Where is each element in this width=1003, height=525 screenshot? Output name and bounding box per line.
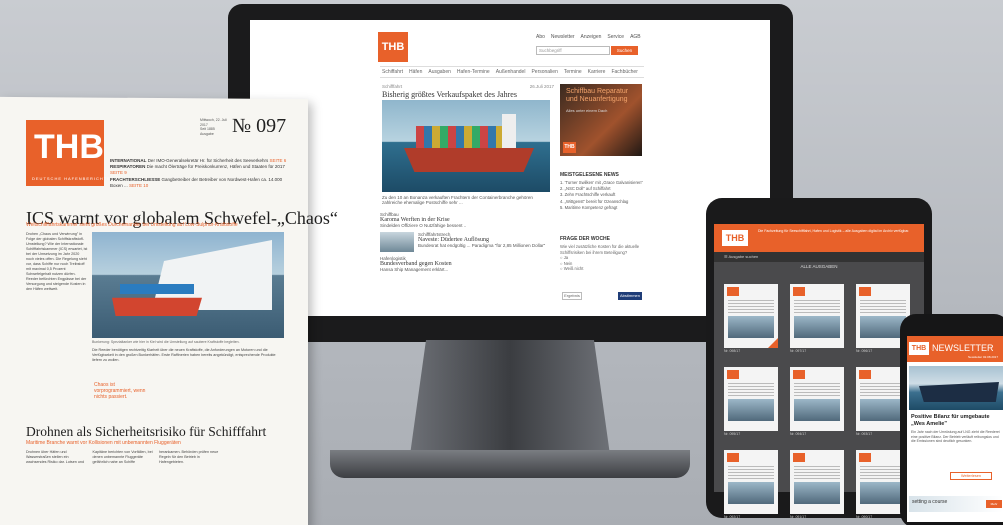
- poll-vote-button[interactable]: Abstimmen: [618, 292, 642, 300]
- newsletter-article-text: Ein Jahr nach der Umrüstung auf LNG zieh…: [911, 430, 1000, 444]
- monitor-base: [330, 450, 690, 478]
- header-link-abo[interactable]: Abo: [536, 34, 545, 40]
- article-kicker: Schifffahrt 26.Juli 2017: [382, 84, 554, 89]
- newsletter-date: Newsletter 02.08.2017: [968, 355, 999, 359]
- list-thumbnail: [380, 232, 414, 252]
- newspaper-body-2: Drohnen über Häfen und Wasserstraßen ste…: [26, 450, 219, 464]
- newsletter-article-title[interactable]: Positive Bilanz für umgebaute „Wes Ameli…: [911, 414, 1001, 427]
- issue-card[interactable]: Nr. 092/17: [724, 450, 778, 519]
- tablet-section-title: ALLE AUSGABEN: [800, 264, 838, 269]
- sub-article-text: Sindelden Offiziere O Nutzfähige bessent…: [380, 223, 467, 228]
- article-caption: Zu den 10 an Bonanza verkauften Frachter…: [382, 195, 533, 205]
- nav-item[interactable]: Außenhandel: [496, 69, 526, 75]
- photo-caption: Bunkerung: Spezialtanker wie hier in Kie…: [92, 340, 240, 344]
- list-item[interactable]: Schifffahrtstrech Naveste: Düdertee Aufl…: [380, 232, 554, 252]
- nav-item[interactable]: Fachbücher: [611, 69, 637, 75]
- list-text: Hansa Ship Management erklärt...: [380, 267, 449, 272]
- newspaper-teasers: INTERNATIONAL Der IMO-Generalsekretär Hr…: [110, 158, 290, 189]
- ferry-tanker-photo: [92, 232, 284, 338]
- nav-item[interactable]: Termine: [564, 69, 582, 75]
- tablet-search-input[interactable]: Ausgabe suchen: [728, 254, 758, 259]
- poll-heading: FRAGE DER WOCHE: [560, 236, 610, 242]
- banner-text: setting a course: [912, 499, 948, 505]
- issue-number: № 097: [232, 115, 287, 137]
- search-input[interactable]: Suchbegriff: [536, 46, 610, 55]
- list-item[interactable]: Hafenlogistik Bundesverband gegen Kosten…: [380, 256, 554, 272]
- ad-subtitle: Alles unter einem Dach: [566, 108, 608, 113]
- most-read-heading: MEISTGELESENE NEWS: [560, 172, 619, 178]
- newspaper-headline-2: Drohnen als Sicherheitsrisiko für Schiff…: [26, 424, 267, 439]
- newsletter-title: NEWSLETTER: [932, 343, 994, 353]
- issue-card[interactable]: Nr. 097/17: [790, 284, 844, 353]
- issue-card[interactable]: Nr. 095/17: [724, 367, 778, 436]
- poll-results-button[interactable]: Ergebnis: [562, 292, 582, 300]
- ad-title: Schiffbau Reparatur und Neuanfertigung: [566, 88, 629, 103]
- sub-article-list: Schiffbau Karoma Werften in der Krise Si…: [380, 212, 554, 272]
- banner-button[interactable]: Mehr: [986, 500, 1002, 508]
- phone-logo[interactable]: THB: [909, 342, 929, 355]
- newspaper-deck-2: Maritime Branche warnt vor Kollisionen m…: [26, 440, 181, 446]
- nav-item[interactable]: Personalien: [531, 69, 557, 75]
- header-link-agb[interactable]: AGB: [630, 34, 641, 40]
- most-read-item[interactable]: 5. Maritime Kompetenz gefragt: [560, 205, 644, 211]
- container-ship-image[interactable]: [382, 100, 550, 192]
- phone-screen: [907, 336, 1003, 522]
- ship-shape: [919, 382, 999, 402]
- issue-card[interactable]: Nr. 098/17: [724, 284, 778, 353]
- nav-item[interactable]: Schiffahrt: [382, 69, 403, 75]
- teaser-item: RESPIRATOREN Die macht Ölerträge für Pre…: [110, 164, 285, 176]
- header-link-anzeigen[interactable]: Anzeigen: [581, 34, 602, 40]
- pull-quote: Chaos ist vorprogrammiert, wenn nichts p…: [92, 380, 152, 402]
- tablet-logo[interactable]: THB: [722, 230, 748, 246]
- issue-card[interactable]: Nr. 091/17: [790, 450, 844, 519]
- nav-item[interactable]: Ausgaben: [428, 69, 451, 75]
- nav-item[interactable]: Hafen-Termine: [457, 69, 490, 75]
- ship-containers: [416, 126, 516, 148]
- ship-hull: [404, 148, 534, 172]
- issue-card[interactable]: Nr. 094/17: [790, 367, 844, 436]
- list-text: Bundesrat hat endgültig ... Paradigma "f…: [418, 243, 546, 248]
- newspaper-logo-subtitle: DEUTSCHE HAFENBERICHTE: [32, 176, 111, 181]
- teaser-item: FRACHTERSCHLIESSE Gangbetreiber der Betr…: [110, 176, 283, 188]
- search-button[interactable]: Suchen: [611, 46, 638, 55]
- issue-grid: Nr. 098/17 Nr. 097/17 Nr. 096/17 Nr. 095…: [724, 284, 918, 519]
- read-more-button[interactable]: Weiterlesen: [950, 472, 992, 480]
- monitor-stand: [410, 340, 610, 455]
- newspaper-date: Mittwoch, 22. Juli 2017 Seit 1885 Ausgab…: [200, 118, 227, 136]
- nav-item[interactable]: Karriere: [588, 69, 606, 75]
- most-read-list: 1. 'Turner Swilken' mit „Grace Galvanisi…: [560, 180, 644, 211]
- ship-bridge: [502, 114, 516, 148]
- newspaper-deck: Weltschifffahrtskammer sieht großes Durc…: [26, 222, 238, 228]
- nav-item[interactable]: Häfen: [409, 69, 422, 75]
- poll-question: Wie viel zusätzliche Kosten für die aktu…: [560, 244, 644, 272]
- tablet-search-bar[interactable]: ☰ Ausgabe suchen: [714, 252, 924, 262]
- newspaper-column: Drohen „Chaos und Verwirrung" in Folge d…: [26, 232, 88, 291]
- article-date: 26.Juli 2017: [529, 84, 554, 89]
- tablet-header-text: Die Fachzeitung für Seeschifffahrt, Hafe…: [758, 229, 910, 233]
- site-nav: Schiffahrt Häfen Ausgaben Hafen-Termine …: [380, 66, 644, 78]
- tanker-deck: [120, 284, 194, 294]
- newsletter-ship-image[interactable]: [909, 366, 1003, 410]
- site-header-links: Abo Newsletter Anzeigen Service AGB: [536, 34, 641, 40]
- poll-option[interactable]: ○ Weiß nicht: [560, 266, 644, 272]
- header-link-newsletter[interactable]: Newsletter: [551, 34, 575, 40]
- ad-logo: THB: [563, 142, 576, 153]
- header-link-service[interactable]: Service: [607, 34, 624, 40]
- article-title[interactable]: Bisherig größtes Verkaufspaket des Jahre…: [382, 90, 554, 99]
- site-logo[interactable]: THB: [378, 32, 408, 62]
